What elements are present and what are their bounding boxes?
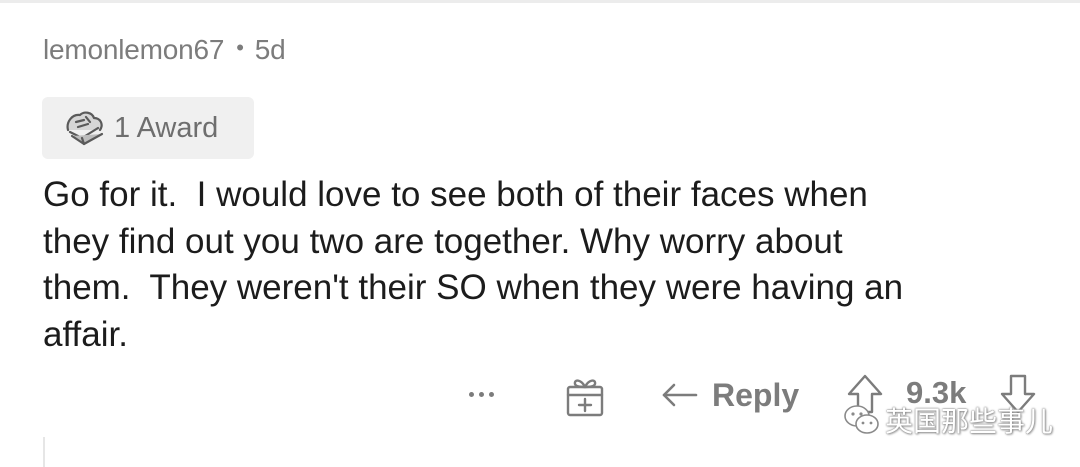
award-badge[interactable]: 1 Award (42, 97, 254, 159)
more-options-button[interactable] (461, 372, 501, 416)
ellipsis-icon (468, 391, 474, 397)
reply-button[interactable]: Reply (660, 372, 799, 418)
meta-separator: • (236, 35, 244, 60)
reply-label: Reply (712, 376, 800, 413)
comment-meta: lemonlemon67 • 5d (43, 34, 286, 66)
ellipsis-icon-dot (478, 391, 484, 397)
award-icon (66, 111, 104, 146)
wechat-logo-icon (844, 405, 879, 434)
top-divider (0, 0, 1080, 3)
watermark-text: 英国那些事儿 (885, 405, 1054, 438)
comment-age: 5d (254, 34, 286, 65)
reply-arrow-icon (662, 383, 698, 407)
thread-line[interactable] (43, 437, 45, 467)
award-count-label: 1 Award (114, 111, 219, 144)
gift-award-icon[interactable] (563, 374, 607, 418)
watermark: 英国那些事儿 (843, 400, 1053, 440)
author-username[interactable]: lemonlemon67 (43, 34, 224, 66)
comment-body-text: Go for it. I would love to see both of t… (43, 175, 904, 354)
ellipsis-icon-dot (488, 391, 494, 397)
